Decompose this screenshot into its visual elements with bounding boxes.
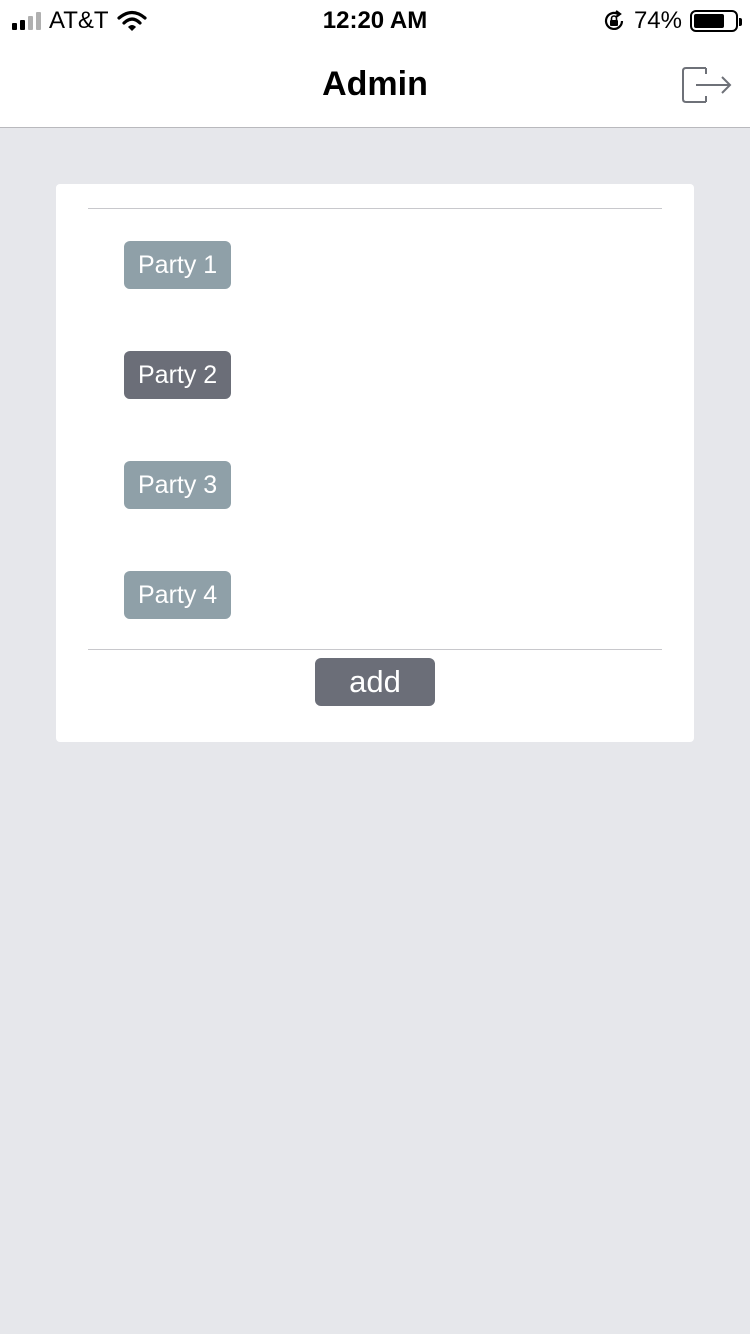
nav-bar: Admin [0, 42, 750, 128]
party-button-2[interactable]: Party 2 [124, 351, 232, 399]
party-button-3[interactable]: Party 3 [124, 461, 232, 509]
battery-icon [690, 10, 742, 32]
party-card: Party 1 Party 2 Party 3 Party 4 add [56, 184, 694, 742]
status-bar: AT&T 12:20 AM 74% [0, 0, 750, 42]
status-right: 74% [602, 6, 742, 36]
top-divider [88, 208, 662, 209]
battery-fill [694, 14, 724, 28]
party-button-4[interactable]: Party 4 [124, 571, 232, 619]
rotation-lock-icon [604, 10, 624, 30]
add-button[interactable]: add [315, 658, 435, 706]
party-button-1[interactable]: Party 1 [124, 241, 232, 289]
battery-percent: 74% [633, 7, 682, 34]
page-title: Admin [322, 65, 428, 103]
logout-icon[interactable] [680, 62, 734, 108]
bottom-divider [88, 649, 662, 650]
